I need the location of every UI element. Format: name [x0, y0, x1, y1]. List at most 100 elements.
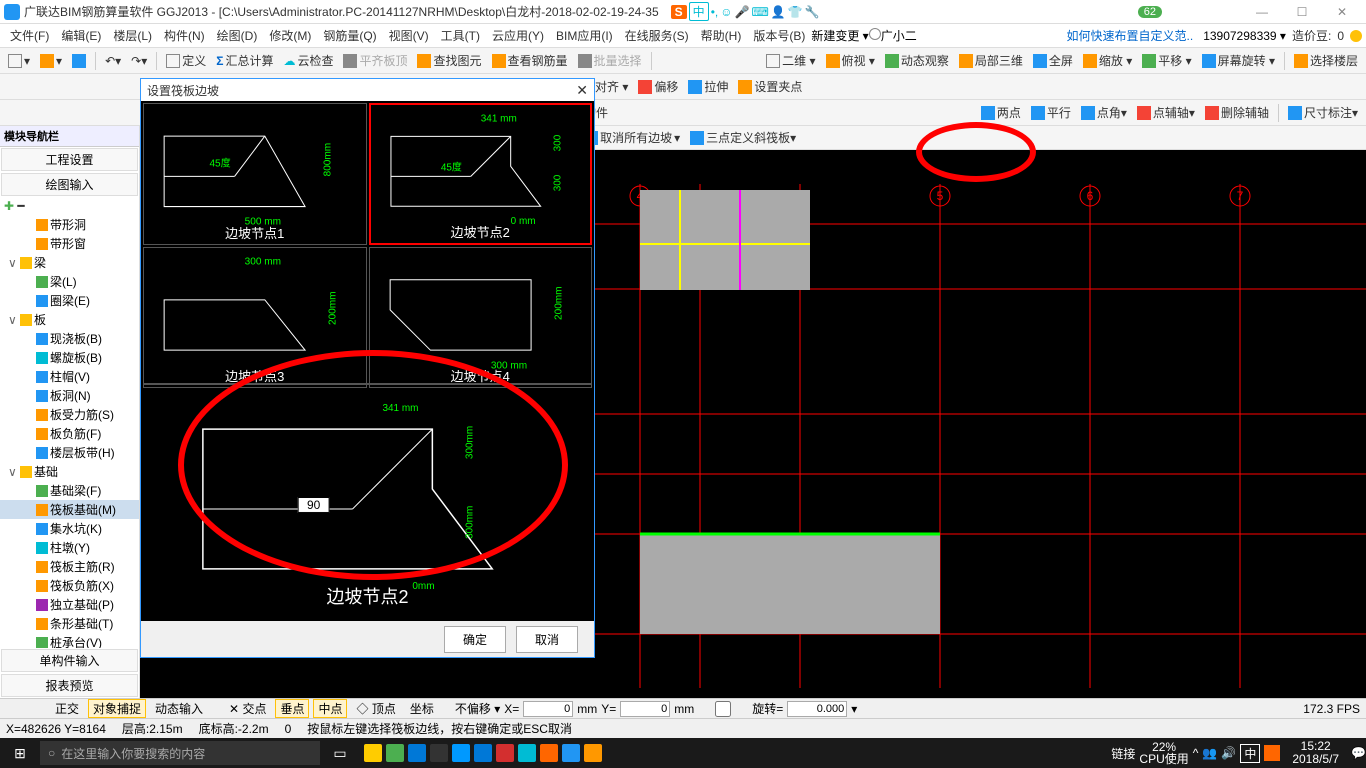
new-button[interactable]: ▾	[4, 54, 34, 68]
user-button[interactable]: 广小二	[869, 27, 917, 44]
tree-bd[interactable]: 板洞(N)	[0, 386, 139, 405]
help-link[interactable]: 如何快速布置自定义范..	[1063, 27, 1198, 44]
tree-bfj[interactable]: 板负筋(F)	[0, 424, 139, 443]
tray-ime-lang[interactable]: 中	[1240, 744, 1260, 763]
local3d-button[interactable]: 局部三维	[955, 52, 1027, 69]
app5-icon[interactable]	[518, 744, 536, 762]
flattop-button[interactable]: 平齐板顶	[339, 52, 411, 69]
menu-file[interactable]: 文件(F)	[4, 27, 55, 44]
app1-icon[interactable]	[364, 744, 382, 762]
menu-rebar[interactable]: 钢筋量(Q)	[317, 27, 382, 44]
redo-button[interactable]: ↷▾	[127, 54, 151, 68]
menu-tool[interactable]: 工具(T)	[435, 27, 486, 44]
phone-button[interactable]: 13907298339 ▾	[1203, 29, 1286, 43]
angle-input[interactable]	[298, 497, 330, 513]
ime-smile-icon[interactable]: ☺	[720, 5, 732, 19]
ime-wrench-icon[interactable]: 🔧	[805, 5, 820, 19]
open-button[interactable]: ▾	[36, 54, 66, 68]
menu-modify[interactable]: 修改(M)	[263, 27, 317, 44]
tray-up-icon[interactable]: ^	[1193, 746, 1199, 760]
tree-dljc[interactable]: 独立基础(P)	[0, 595, 139, 614]
parallel-button[interactable]: 平行	[1027, 104, 1075, 121]
tree-liang[interactable]: ∨梁	[0, 253, 139, 272]
tree-quanliang[interactable]: 圈梁(E)	[0, 291, 139, 310]
nav-btn-project[interactable]: 工程设置	[1, 148, 138, 171]
app8-icon[interactable]	[584, 744, 602, 762]
component-tree[interactable]: 带形洞 带形窗 ∨梁 梁(L) 圈梁(E) ∨板 现浇板(B) 螺旋板(B) 柱…	[0, 215, 139, 648]
ime-logo-icon[interactable]: S	[671, 5, 687, 19]
ie-icon[interactable]	[452, 744, 470, 762]
taskbar-search[interactable]: ○ 在这里输入你要搜索的内容	[40, 741, 320, 765]
dialog-close-button[interactable]: ✕	[576, 82, 588, 99]
zoom-button[interactable]: 缩放 ▾	[1079, 52, 1136, 69]
screenrot-button[interactable]: 屏幕旋转 ▾	[1198, 52, 1279, 69]
tree-lcbd[interactable]: 楼层板带(H)	[0, 443, 139, 462]
stretch-button[interactable]: 拉伸	[684, 78, 732, 95]
dialog-header[interactable]: 设置筏板边坡 ✕	[141, 79, 594, 101]
dimension-button[interactable]: 尺寸标注▾	[1284, 104, 1362, 121]
slope-thumb-3[interactable]: 300 mm 200mm 边坡节点3	[143, 247, 367, 388]
selectfloor-button[interactable]: 选择楼层	[1290, 52, 1362, 69]
cpu-meter[interactable]: 22% CPU使用	[1139, 741, 1188, 765]
windows-taskbar[interactable]: ⊞ ○ 在这里输入你要搜索的内容 ▭ 链接 22% CPU使用 ^ 👥 🔊 中 …	[0, 738, 1366, 768]
ortho-toggle[interactable]: 正交	[50, 699, 84, 718]
menu-edit[interactable]: 编辑(E)	[55, 27, 107, 44]
sumcalc-button[interactable]: Σ汇总计算	[212, 52, 277, 69]
tree-jcl[interactable]: 基础梁(F)	[0, 481, 139, 500]
offset-button[interactable]: 偏移	[634, 78, 682, 95]
menu-view[interactable]: 视图(V)	[383, 27, 435, 44]
plus-icon[interactable]: ✚	[4, 199, 14, 213]
fixture-button[interactable]: 设置夹点	[734, 78, 806, 95]
minus-icon[interactable]: ━	[17, 199, 24, 213]
notification-badge[interactable]: 62	[1138, 6, 1162, 18]
taskview-button[interactable]: ▭	[320, 745, 360, 762]
menu-floor[interactable]: 楼层(L)	[107, 27, 158, 44]
ok-button[interactable]: 确定	[444, 626, 506, 653]
nav-btn-draw[interactable]: 绘图输入	[1, 173, 138, 196]
save-button[interactable]	[68, 54, 90, 68]
tree-zhm[interactable]: 柱帽(V)	[0, 367, 139, 386]
tree-bslj[interactable]: 板受力筋(S)	[0, 405, 139, 424]
menu-online[interactable]: 在线服务(S)	[619, 27, 695, 44]
app7-icon[interactable]	[562, 744, 580, 762]
ime-mic-icon[interactable]: 🎤	[735, 5, 750, 19]
app2-icon[interactable]	[386, 744, 404, 762]
close-button[interactable]: ✕	[1322, 5, 1362, 19]
ime-shirt-icon[interactable]: 👕	[788, 5, 803, 19]
new-change-button[interactable]: 新建变更 ▾	[811, 27, 868, 44]
tree-fbfj[interactable]: 筏板负筋(X)	[0, 576, 139, 595]
tree-fbjc[interactable]: 筏板基础(M)	[0, 500, 139, 519]
delaux-button[interactable]: 删除辅轴	[1201, 104, 1273, 121]
tray-people-icon[interactable]: 👥	[1202, 746, 1217, 760]
ime-user-icon[interactable]: 👤	[771, 5, 786, 19]
tray-link[interactable]: 链接	[1111, 745, 1135, 762]
nav-btn-single[interactable]: 单构件输入	[1, 649, 138, 672]
tree-zhd[interactable]: 柱墩(Y)	[0, 538, 139, 557]
slope-thumb-1[interactable]: 45度 500 mm 800mm 边坡节点1	[143, 103, 367, 245]
tree-zct[interactable]: 桩承台(V)	[0, 633, 139, 648]
start-button[interactable]: ⊞	[0, 745, 40, 762]
tray-ime-icon[interactable]	[1264, 745, 1280, 761]
ime-bar[interactable]: S 中 •, ☺ 🎤 ⌨ 👤 👕 🔧	[671, 2, 820, 21]
view2d-button[interactable]: 二维 ▾	[762, 52, 819, 69]
batchsel-button[interactable]: 批量选择	[574, 52, 646, 69]
cancel-button[interactable]: 取消	[516, 626, 578, 653]
viewrebar-button[interactable]: 查看钢筋量	[488, 52, 572, 69]
ime-lang-icon[interactable]: 中	[689, 2, 709, 21]
tree-txjc[interactable]: 条形基础(T)	[0, 614, 139, 633]
app4-icon[interactable]	[496, 744, 514, 762]
threept-button[interactable]: 三点定义斜筏板▾	[686, 129, 800, 146]
menu-draw[interactable]: 绘图(D)	[211, 27, 264, 44]
auxpoint-button[interactable]: 点辅轴▾	[1133, 104, 1199, 121]
pointangle-button[interactable]: 点角▾	[1077, 104, 1131, 121]
findelem-button[interactable]: 查找图元	[413, 52, 485, 69]
cloudcheck-button[interactable]: ☁云检查	[279, 52, 337, 69]
tree-ban[interactable]: ∨板	[0, 310, 139, 329]
menu-component[interactable]: 构件(N)	[158, 27, 211, 44]
tree-dxc[interactable]: 带形窗	[0, 234, 139, 253]
pan-button[interactable]: 平移 ▾	[1138, 52, 1195, 69]
edge-icon[interactable]	[408, 744, 426, 762]
define-button[interactable]: 定义	[162, 52, 210, 69]
tree-liang-l[interactable]: 梁(L)	[0, 272, 139, 291]
twopoint-button[interactable]: 两点	[977, 104, 1025, 121]
